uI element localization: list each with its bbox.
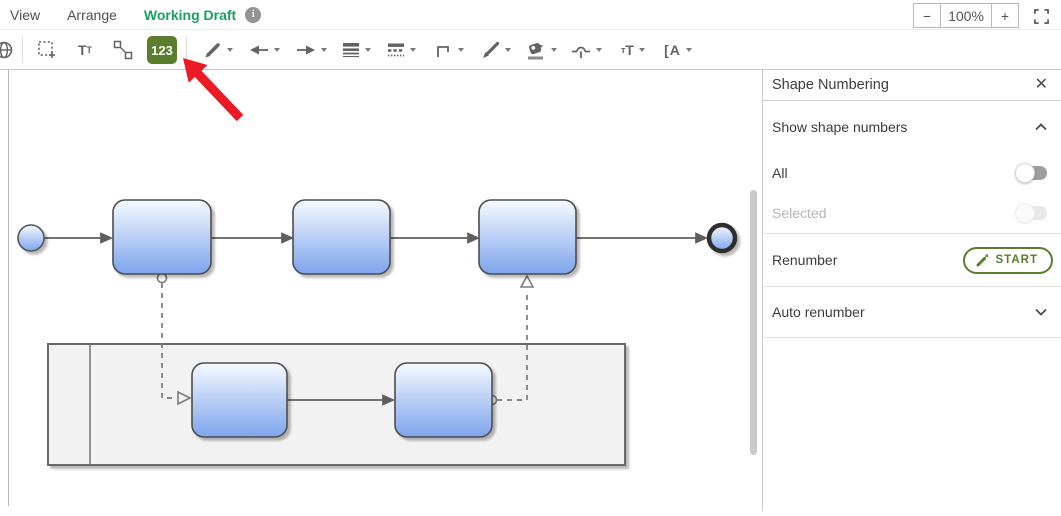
panel-header: Shape Numbering ✕ <box>763 70 1061 101</box>
toggle-selected-label: Selected <box>772 205 826 221</box>
auto-renumber-label: Auto renumber <box>772 304 865 320</box>
row-renumber: Renumber START <box>763 234 1061 286</box>
zoom-in-button[interactable]: + <box>992 4 1018 27</box>
diagram-canvas[interactable] <box>0 70 762 511</box>
line-thickness-icon <box>342 42 360 58</box>
task-node[interactable] <box>192 363 287 437</box>
connector-style-button[interactable] <box>429 36 469 64</box>
row-selected: Selected <box>763 193 1061 233</box>
task-node[interactable] <box>293 200 390 274</box>
menu-arrange[interactable]: Arrange <box>67 7 117 23</box>
arrow-end-icon <box>296 43 316 57</box>
shape-numbering-panel: Shape Numbering ✕ Show shape numbers All… <box>762 70 1061 511</box>
task-node[interactable] <box>113 200 211 274</box>
chevron-down-icon <box>274 48 280 52</box>
fullscreen-button[interactable] <box>1032 7 1050 25</box>
chevron-down-icon <box>365 48 371 52</box>
font-tool-button[interactable]: TT <box>71 36 99 64</box>
pen-icon <box>975 253 990 268</box>
globe-button[interactable] <box>0 36 16 64</box>
end-event[interactable] <box>709 225 735 251</box>
section-auto-renumber[interactable]: Auto renumber <box>763 287 1061 337</box>
font-size-icon: T <box>625 42 634 58</box>
chevron-down-icon <box>410 48 416 52</box>
working-draft-label: Working Draft <box>144 7 236 23</box>
section-label: Show shape numbers <box>772 119 907 135</box>
chevron-down-icon <box>551 48 557 52</box>
menu-view[interactable]: View <box>10 7 40 23</box>
menu-working-draft[interactable]: Working Draft i <box>144 7 261 23</box>
chevron-down-icon <box>1035 308 1047 316</box>
select-area-button[interactable] <box>33 36 61 64</box>
line-style-icon <box>387 42 405 58</box>
toggle-all-label: All <box>772 165 788 181</box>
info-icon[interactable]: i <box>245 7 261 23</box>
chevron-down-icon <box>505 48 511 52</box>
text-format-icon: [A <box>664 42 681 58</box>
font-tool-icon-small: T <box>87 45 93 55</box>
close-icon[interactable]: ✕ <box>1035 77 1048 93</box>
fill-color-icon <box>526 41 546 60</box>
fullscreen-icon <box>1034 9 1049 24</box>
connector-style-icon <box>435 42 453 58</box>
font-size-button[interactable]: тT <box>613 36 653 64</box>
chevron-down-icon <box>596 48 602 52</box>
connection-icon <box>113 40 133 60</box>
task-node[interactable] <box>395 363 492 437</box>
text-format-button[interactable]: [A <box>658 36 698 64</box>
menubar: View Arrange Working Draft i <box>0 0 1061 30</box>
row-all: All <box>763 153 1061 193</box>
line-jumps-button[interactable] <box>566 36 606 64</box>
fill-color-button[interactable] <box>521 36 561 64</box>
line-jumps-icon <box>571 41 591 59</box>
brush-button[interactable] <box>476 36 516 64</box>
chevron-up-icon <box>1035 123 1047 131</box>
start-button-label: START <box>996 254 1038 266</box>
arrow-end-button[interactable] <box>291 36 331 64</box>
pool-lane[interactable] <box>48 344 625 465</box>
connection-button[interactable] <box>109 36 137 64</box>
task-node[interactable] <box>479 200 576 274</box>
chevron-down-icon <box>686 48 692 52</box>
toggle-selected <box>1017 206 1047 220</box>
start-event[interactable] <box>18 225 44 251</box>
arrow-start-button[interactable] <box>244 36 284 64</box>
toolbar-separator <box>22 37 23 63</box>
panel-title: Shape Numbering <box>772 77 889 93</box>
globe-icon <box>0 40 14 60</box>
brush-icon <box>481 41 500 60</box>
arrow-start-icon <box>249 43 269 57</box>
zoom-out-button[interactable]: − <box>914 4 940 27</box>
line-thickness-button[interactable] <box>336 36 376 64</box>
toggle-knob <box>1015 163 1035 183</box>
panel-divider <box>763 337 1061 338</box>
toggle-knob <box>1015 203 1035 223</box>
zoom-level[interactable]: 100% <box>940 4 992 27</box>
canvas-scrollbar[interactable] <box>750 190 757 455</box>
toggle-all[interactable] <box>1017 166 1047 180</box>
renumber-label: Renumber <box>772 252 837 268</box>
chevron-down-icon <box>639 48 645 52</box>
line-style-button[interactable] <box>381 36 421 64</box>
start-button[interactable]: START <box>963 247 1053 274</box>
chevron-down-icon <box>321 48 327 52</box>
diagram-svg <box>0 70 762 511</box>
zoom-control: − 100% + <box>913 3 1019 28</box>
select-area-icon <box>37 40 57 60</box>
annotation-arrow-icon <box>155 48 250 128</box>
chevron-down-icon <box>458 48 464 52</box>
section-show-shape-numbers[interactable]: Show shape numbers <box>763 101 1061 153</box>
font-tool-icon: T <box>78 42 87 58</box>
